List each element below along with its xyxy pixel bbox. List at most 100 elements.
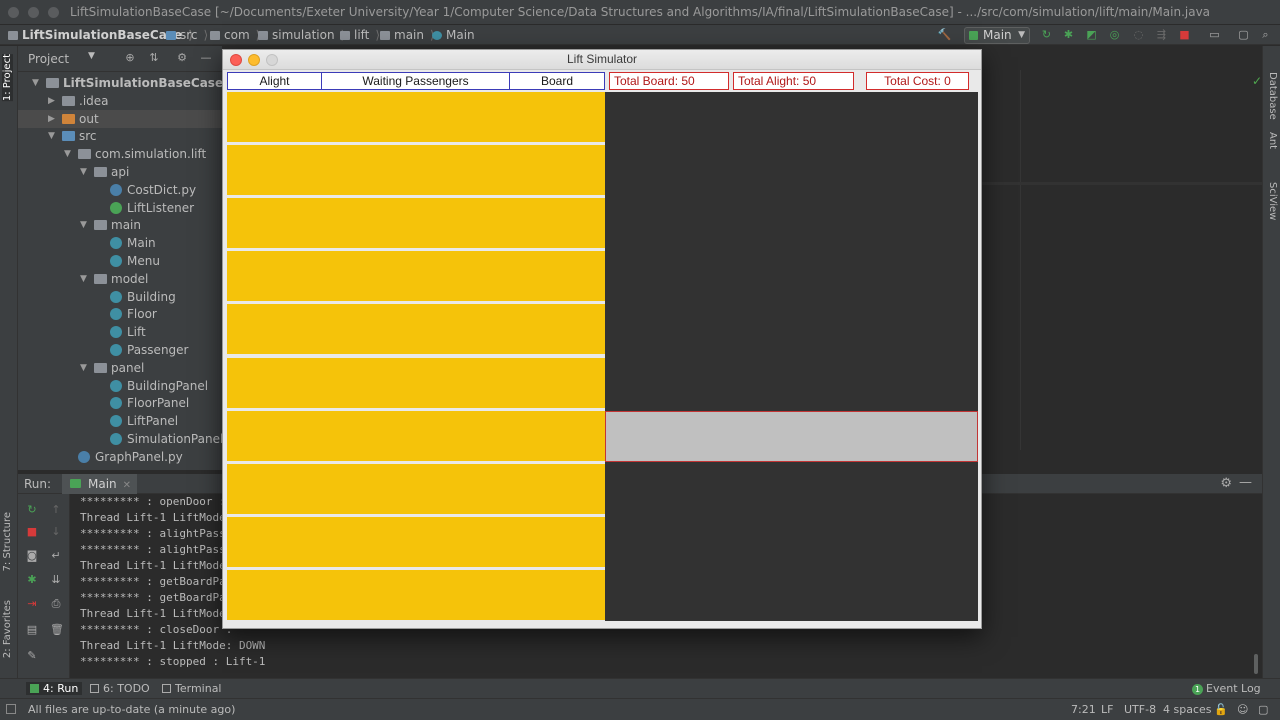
locate-file-icon[interactable]: ⊕ xyxy=(124,52,136,64)
chevron-down-icon[interactable]: ▼ xyxy=(80,270,87,288)
project-tree-item[interactable]: ▼ model xyxy=(18,270,222,288)
tab-run-main[interactable]: Main ✕ xyxy=(62,474,138,494)
project-tree-item[interactable]: LiftPanel xyxy=(18,412,222,430)
scroll-to-end-icon[interactable]: ⇊ xyxy=(50,574,62,586)
breadcrumb-simulation[interactable]: simulation⟩ xyxy=(258,28,345,42)
indent-setting[interactable]: 4 spaces xyxy=(1163,703,1212,716)
console-scrollbar[interactable] xyxy=(1254,654,1258,674)
tab-event-log[interactable]: 1 Event Log xyxy=(1192,682,1261,695)
project-tree-item[interactable]: LiftListener xyxy=(18,199,222,217)
profile-icon[interactable]: ◎ xyxy=(1108,28,1121,41)
chevron-down-icon[interactable]: ▼ xyxy=(80,163,87,181)
folder-icon xyxy=(380,30,390,40)
soft-wrap-icon[interactable]: ↵ xyxy=(50,550,62,562)
breadcrumb-main[interactable]: main⟩ xyxy=(380,28,435,42)
project-tree-item[interactable]: ▼ LiftSimulationBaseCase [LiftS xyxy=(18,74,222,92)
chevron-down-icon[interactable]: ▼ xyxy=(80,216,87,234)
project-tree-item[interactable]: Floor xyxy=(18,305,222,323)
chevron-right-icon[interactable]: ▶ xyxy=(48,92,55,110)
project-panel-title[interactable]: Project xyxy=(28,52,69,66)
chevron-down-icon[interactable]: ▼ xyxy=(88,51,95,61)
chevron-down-icon[interactable]: ▼ xyxy=(32,74,39,92)
class-icon xyxy=(110,397,122,410)
project-tree-item[interactable]: CostDict.py xyxy=(18,181,222,199)
project-tree-item[interactable]: Menu xyxy=(18,252,222,270)
breadcrumb-src[interactable]: src ⟩ xyxy=(166,28,208,42)
list-icon xyxy=(90,684,99,693)
debug-bug-icon[interactable]: ✱ xyxy=(26,574,38,586)
run-configuration-select[interactable]: Main ▼ xyxy=(964,27,1030,44)
tab-ant[interactable]: Ant xyxy=(1267,132,1278,149)
gear-icon[interactable]: ⚙ xyxy=(176,52,188,64)
tool-windows-icon[interactable] xyxy=(6,704,16,714)
tab-terminal[interactable]: Terminal xyxy=(162,682,222,695)
tab-run[interactable]: 4: Run xyxy=(26,682,83,695)
project-tree-item[interactable]: ▼ src xyxy=(18,127,222,145)
total-cost-stat: Total Cost: 0 xyxy=(866,72,969,90)
stop-icon[interactable]: ■ xyxy=(26,526,38,538)
layout-icon[interactable]: ▤ xyxy=(26,624,38,636)
project-tree-item[interactable]: Passenger xyxy=(18,341,222,359)
lock-icon[interactable]: 🔓 xyxy=(1214,703,1228,716)
camera-icon[interactable]: ◙ xyxy=(26,550,38,562)
project-tree-item[interactable]: ▼ api xyxy=(18,163,222,181)
minimize-panel-icon[interactable]: — xyxy=(1239,475,1252,490)
project-tree-item[interactable]: ▼ panel xyxy=(18,359,222,377)
collapse-all-icon[interactable]: ⇅ xyxy=(148,52,160,64)
stop-icon[interactable]: ■ xyxy=(1178,28,1191,41)
print-icon[interactable]: ⎙ xyxy=(50,598,62,610)
tab-favorites[interactable]: 2: Favorites xyxy=(2,600,13,658)
folder-icon xyxy=(62,113,75,124)
project-tree-item[interactable]: ▶ out xyxy=(18,109,222,128)
hide-panel-icon[interactable]: — xyxy=(200,52,212,64)
search-icon[interactable]: ⌕ xyxy=(1259,28,1272,41)
project-tree-item[interactable]: ▼ main xyxy=(18,216,222,234)
project-tree-item[interactable]: ▶ .idea xyxy=(18,92,222,110)
breadcrumb-main-class[interactable]: Main xyxy=(432,28,475,42)
caret-position[interactable]: 7:21 xyxy=(1071,703,1096,716)
project-tree-item[interactable]: ▼ com.simulation.lift xyxy=(18,145,222,163)
project-tree-item[interactable]: GraphPanel.py xyxy=(18,448,222,466)
project-tree-item[interactable]: Building xyxy=(18,288,222,306)
floor-panel xyxy=(227,145,605,196)
project-tree-item[interactable]: SimulationPanel xyxy=(18,430,222,448)
attach-debugger-icon[interactable]: ◌ xyxy=(1132,28,1145,41)
rerun-icon[interactable]: ↻ xyxy=(1040,28,1053,41)
chevron-down-icon[interactable]: ▼ xyxy=(80,359,87,377)
gear-icon[interactable]: ⚙ xyxy=(1220,476,1232,491)
breadcrumb-label: Main xyxy=(446,28,475,42)
breadcrumb-lift[interactable]: lift ⟩ xyxy=(340,28,380,42)
floor-panel xyxy=(227,410,605,461)
tab-structure[interactable]: 7: Structure xyxy=(2,512,13,571)
inspector-icon[interactable]: ☺ xyxy=(1237,703,1248,716)
project-tree-item[interactable]: Lift xyxy=(18,323,222,341)
tab-database[interactable]: Database xyxy=(1267,72,1278,120)
pause-icon[interactable]: ⇶ xyxy=(1155,28,1168,41)
folder-icon xyxy=(94,220,107,231)
arrow-down-icon[interactable]: ↓ xyxy=(50,526,62,538)
project-tree-item[interactable]: FloorPanel xyxy=(18,394,222,412)
project-tree-item[interactable]: Main xyxy=(18,234,222,252)
exit-icon[interactable]: ⇥ xyxy=(26,598,38,610)
debug-bug-icon[interactable]: ✱ xyxy=(1062,28,1075,41)
memory-icon[interactable]: ▢ xyxy=(1258,703,1268,716)
arrow-up-icon[interactable]: ↑ xyxy=(50,504,62,516)
tab-project[interactable]: 1: Project xyxy=(2,54,13,102)
chevron-down-icon[interactable]: ▼ xyxy=(64,145,71,163)
rerun-icon[interactable]: ↻ xyxy=(26,504,38,516)
project-structure-icon[interactable]: ▭ xyxy=(1208,28,1221,41)
breadcrumb-com[interactable]: com⟩ xyxy=(210,28,260,42)
build-hammer-icon[interactable]: 🔨 xyxy=(938,28,952,41)
project-tree-item[interactable]: BuildingPanel xyxy=(18,377,222,395)
file-encoding[interactable]: UTF-8 xyxy=(1124,703,1156,716)
trash-icon[interactable]: 🗑 xyxy=(50,624,64,636)
chevron-right-icon[interactable]: ▶ xyxy=(48,110,55,128)
chevron-down-icon[interactable]: ▼ xyxy=(48,127,55,145)
layout-icon[interactable]: ▢ xyxy=(1237,28,1250,41)
line-separator[interactable]: LF xyxy=(1101,703,1113,716)
close-icon[interactable]: ✕ xyxy=(123,480,131,491)
pin-icon[interactable]: ✎ xyxy=(26,650,38,662)
tab-todo[interactable]: 6: TODO xyxy=(90,682,150,695)
tab-sciview[interactable]: SciView xyxy=(1267,182,1278,220)
run-coverage-icon[interactable]: ◩ xyxy=(1085,28,1098,41)
